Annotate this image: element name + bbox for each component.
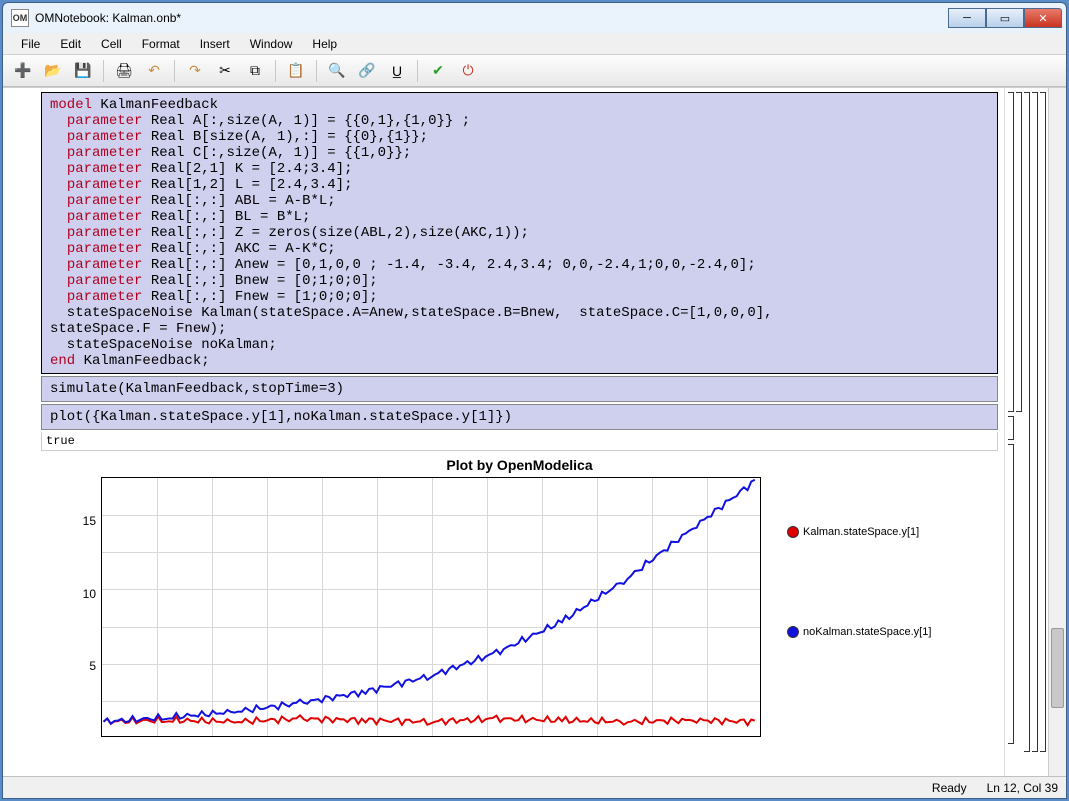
output-cell: true [41, 432, 998, 451]
status-ready: Ready [932, 781, 967, 795]
redo-icon[interactable]: ↷ [183, 59, 207, 83]
paste-icon[interactable]: 📋 [284, 59, 308, 83]
legend-dot-icon [787, 526, 799, 538]
close-button[interactable]: ✕ [1024, 8, 1062, 28]
save-icon[interactable]: 💾 [71, 59, 95, 83]
notebook-content: model KalmanFeedback parameter Real A[:,… [3, 88, 1004, 776]
menu-window[interactable]: Window [240, 35, 303, 53]
status-position: Ln 12, Col 39 [987, 781, 1058, 795]
legend-label: noKalman.stateSpace.y[1] [803, 626, 931, 638]
minimize-button[interactable]: ─ [948, 8, 986, 28]
titlebar[interactable]: OM OMNotebook: Kalman.onb* ─ ▭ ✕ [3, 3, 1066, 33]
stop-icon[interactable]: ⏻ [456, 59, 480, 83]
menu-cell[interactable]: Cell [91, 35, 132, 53]
menu-insert[interactable]: Insert [190, 35, 240, 53]
find-icon[interactable]: 🔍 [325, 59, 349, 83]
legend-item-nokalman: noKalman.stateSpace.y[1] [787, 626, 931, 638]
legend-dot-icon [787, 626, 799, 638]
cut-icon[interactable]: ✂ [213, 59, 237, 83]
copy-icon[interactable]: ⧉ [243, 59, 267, 83]
legend: Kalman.stateSpace.y[1] noKalman.stateSpa… [787, 477, 931, 737]
new-icon[interactable]: ➕ [11, 59, 35, 83]
menubar: File Edit Cell Format Insert Window Help [3, 33, 1066, 55]
underline-icon[interactable]: U̲ [385, 59, 409, 83]
open-icon[interactable]: 📂 [41, 59, 65, 83]
menu-edit[interactable]: Edit [50, 35, 91, 53]
vertical-scrollbar[interactable] [1048, 88, 1066, 776]
code-cell-simulate[interactable]: simulate(KalmanFeedback,stopTime=3) [41, 376, 998, 402]
print-icon[interactable]: 🖨 [112, 59, 136, 83]
plot-output: Plot by OpenModelica 51015 Kalman.stateS… [41, 453, 998, 737]
link-icon[interactable]: 🔗 [355, 59, 379, 83]
menu-file[interactable]: File [11, 35, 50, 53]
cell-brackets[interactable] [1004, 88, 1048, 776]
undo-icon[interactable]: ↶ [142, 59, 166, 83]
window-frame: OM OMNotebook: Kalman.onb* ─ ▭ ✕ File Ed… [2, 2, 1067, 799]
plot-title: Plot by OpenModelica [41, 453, 998, 477]
maximize-button[interactable]: ▭ [986, 8, 1024, 28]
statusbar: Ready Ln 12, Col 39 [3, 776, 1066, 798]
eval-icon[interactable]: ✔ [426, 59, 450, 83]
menu-help[interactable]: Help [302, 35, 347, 53]
code-cell-plot[interactable]: plot({Kalman.stateSpace.y[1],noKalman.st… [41, 404, 998, 430]
legend-label: Kalman.stateSpace.y[1] [803, 526, 919, 538]
code-cell-model[interactable]: model KalmanFeedback parameter Real A[:,… [41, 92, 998, 374]
menu-format[interactable]: Format [132, 35, 190, 53]
legend-item-kalman: Kalman.stateSpace.y[1] [787, 526, 931, 538]
chart-canvas: 51015 [101, 477, 761, 737]
app-icon: OM [11, 9, 29, 27]
toolbar: ➕📂💾 🖨↶ ↷✂⧉ 📋 🔍🔗U̲ ✔⏻ [3, 55, 1066, 87]
window-title: OMNotebook: Kalman.onb* [35, 11, 948, 25]
